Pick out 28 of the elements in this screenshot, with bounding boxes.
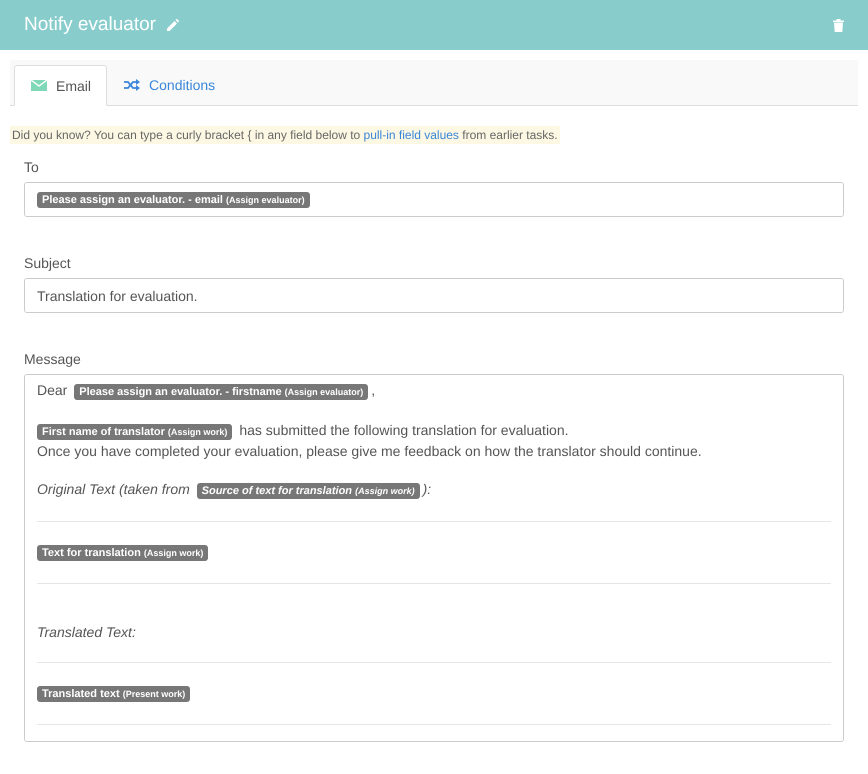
delete-icon[interactable]	[833, 18, 844, 32]
shuffle-icon	[124, 79, 140, 91]
field-label: Subject	[24, 255, 72, 271]
field-tag: Source of text for translation (Assign work)	[196, 483, 420, 499]
message-text: Translated Text:	[37, 624, 136, 640]
edit-icon[interactable]	[166, 18, 180, 32]
field-tag: Please assign an evaluator. - firstname (Assign evaluator)	[74, 384, 368, 400]
message-text: has submitted the following translation for evaluation.	[238, 422, 569, 438]
field-tag: Please assign an evaluator. - email (Assign evaluator)	[37, 192, 310, 208]
message-text: ):	[422, 481, 432, 497]
field-label: Message	[24, 351, 82, 367]
envelope-icon	[31, 80, 47, 91]
field-tag: Translated text (Present work)	[37, 686, 190, 702]
message-text: ,	[371, 382, 376, 398]
field-tag: First name of translator (Assign work)	[37, 424, 232, 440]
tab[interactable]: Email	[14, 65, 108, 106]
to-field[interactable]: Please assign an evaluator. - email (Assign evaluator)	[24, 182, 844, 217]
field-label: To	[24, 159, 40, 175]
hint-text: Did you know? You can type a curly bracket { in any field below to pull-in field values from earlier tasks.	[10, 126, 560, 144]
message-editor[interactable]	[24, 374, 844, 742]
tab[interactable]: Conditions	[107, 65, 232, 105]
message-text: Once you have completed your evaluation, please give me feedback on how the translator should continue.	[37, 443, 702, 459]
field-tag: Text for translation (Assign work)	[37, 545, 208, 561]
message-text: Original Text (taken from	[37, 481, 191, 497]
subject-field[interactable]: Translation for evaluation.	[24, 278, 844, 313]
message-text: Dear	[37, 382, 68, 398]
field-values-link[interactable]: pull-in field values	[364, 128, 459, 142]
page-title: Notify evaluator	[24, 14, 156, 36]
